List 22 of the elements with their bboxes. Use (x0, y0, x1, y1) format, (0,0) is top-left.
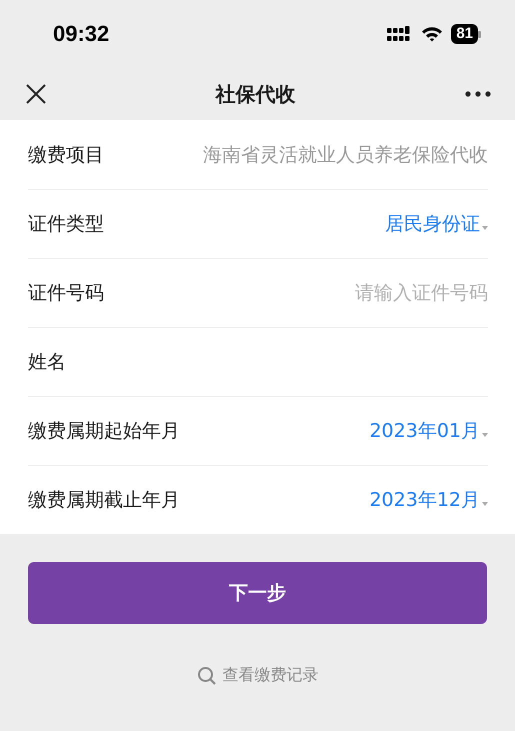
caret-icon (482, 433, 488, 437)
select-field[interactable]: 2023年12月 (369, 487, 488, 513)
records-link[interactable]: 查看缴费记录 (196, 665, 318, 686)
field-label: 缴费属期起始年月 (28, 419, 180, 444)
field-label: 缴费属期截止年月 (28, 488, 180, 513)
field-label: 姓名 (28, 350, 66, 375)
more-icon[interactable] (465, 91, 491, 97)
page-title: 社保代收 (216, 80, 296, 108)
field-value: 海南省灵活就业人员养老保险代收 (203, 142, 488, 168)
close-icon[interactable] (26, 84, 46, 104)
caret-icon (482, 226, 488, 230)
status-time: 09:32 (53, 21, 110, 47)
field-label: 缴费项目 (28, 142, 104, 168)
search-icon (196, 666, 216, 686)
caret-icon (482, 502, 488, 506)
select-field[interactable]: 2023年01月 (369, 418, 488, 444)
battery-icon: 81 (451, 24, 481, 44)
next-button[interactable]: 下一步 (28, 562, 487, 624)
field-label: 证件号码 (28, 281, 104, 306)
select-field[interactable]: 居民身份证 (385, 211, 488, 237)
wifi-icon (421, 26, 444, 42)
field-label: 证件类型 (28, 212, 104, 237)
